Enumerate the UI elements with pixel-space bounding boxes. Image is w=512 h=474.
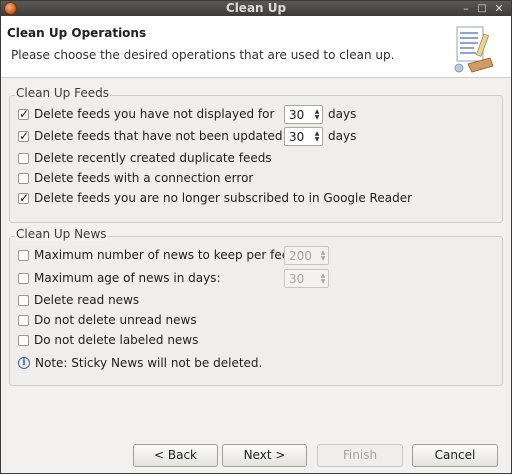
option-label: Delete feeds with a connection error [34,171,254,185]
checkbox[interactable] [18,294,29,306]
checkbox[interactable] [18,152,29,164]
option-label: Do not delete labeled news [34,333,199,347]
option-label: Maximum number of news to keep per feed: [34,248,301,262]
window-title: Clean Up [225,1,287,15]
keep-labeled-news-option[interactable]: Do not delete labeled news [18,331,198,349]
keep-unread-news-option[interactable]: Do not delete unread news [18,311,197,329]
checkbox[interactable] [18,334,29,346]
max-news-count-option[interactable]: Maximum number of news to keep per feed: [18,246,301,264]
unsubscribed-feeds-option[interactable]: Delete feeds you are no longer subscribe… [18,189,412,207]
days-unit: days [328,129,357,143]
info-icon: i [18,357,30,369]
option-label: Delete feeds you have not displayed for [34,107,275,121]
feeds-not-displayed-option[interactable]: Delete feeds you have not displayed for [18,105,274,123]
spinner-arrows-icon[interactable]: ▲ ▼ [312,108,322,121]
news-group-label: Clean Up News [15,227,108,241]
option-label: Delete recently created duplicate feeds [34,151,272,165]
spinner-arrows-icon[interactable]: ▲ ▼ [318,272,328,285]
spinner-value: 30 [289,129,305,144]
finish-button[interactable]: Finish [317,444,403,467]
back-button[interactable]: < Back [133,444,218,467]
spinner-value: 30 [289,107,305,122]
not-displayed-days-spinner[interactable]: 30 ▲ ▼ [284,105,323,124]
checkbox[interactable] [18,189,29,207]
page-title: Clean Up Operations [7,26,147,40]
option-label: Delete read news [34,293,140,307]
cancel-button[interactable]: Cancel [412,444,498,467]
page-description: Please choose the desired operations tha… [11,48,395,62]
not-updated-days-spinner[interactable]: 30 ▲ ▼ [284,127,323,146]
checkbox[interactable] [18,105,29,123]
close-icon[interactable]: ✕ [492,1,506,16]
duplicate-feeds-option[interactable]: Delete recently created duplicate feeds [18,149,272,167]
wizard-header: Clean Up Operations Please choose the de… [1,16,511,78]
next-button[interactable]: Next > [222,444,307,467]
feeds-group-label: Clean Up Feeds [15,86,110,100]
feeds-not-updated-option[interactable]: Delete feeds that have not been updated … [18,127,303,145]
minimize-icon[interactable]: – [459,1,473,16]
checkbox[interactable] [18,172,29,184]
spinner-value: 30 [289,271,305,286]
days-unit: days [328,107,357,121]
cleanup-dialog: Clean Up – □ ✕ Clean Up Operations Pleas… [0,0,512,474]
sticky-news-note: i Note: Sticky News will not be deleted. [18,356,262,370]
checkbox[interactable] [18,127,29,145]
title-bar: Clean Up – □ ✕ [1,1,511,16]
spinner-arrows-icon[interactable]: ▲ ▼ [312,130,322,143]
max-news-count-spinner[interactable]: 200 ▲ ▼ [284,246,329,265]
option-label: Delete feeds that have not been updated … [34,129,303,143]
maximize-icon[interactable]: □ [475,1,489,16]
max-news-age-option[interactable]: Maximum age of news in days: [18,269,220,287]
cleanup-document-icon [454,26,494,73]
checkbox[interactable] [18,314,29,326]
connection-error-option[interactable]: Delete feeds with a connection error [18,169,253,187]
spinner-arrows-icon[interactable]: ▲ ▼ [318,249,328,262]
note-text: Note: Sticky News will not be deleted. [35,356,263,370]
spinner-value: 200 [289,248,312,263]
checkbox[interactable] [18,272,29,284]
checkbox[interactable] [18,249,29,261]
option-label: Do not delete unread news [34,313,197,327]
delete-read-news-option[interactable]: Delete read news [18,291,139,309]
option-label: Maximum age of news in days: [34,271,221,285]
max-news-age-spinner[interactable]: 30 ▲ ▼ [284,269,329,288]
option-label: Delete feeds you are no longer subscribe… [34,191,413,205]
